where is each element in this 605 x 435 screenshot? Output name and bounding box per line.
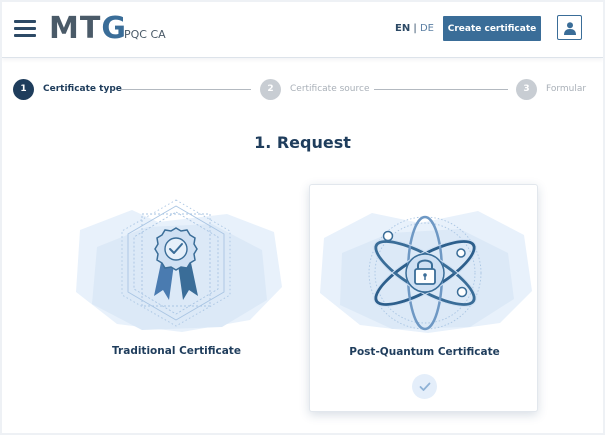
app-subtitle: PQC CA xyxy=(124,28,166,41)
lang-en-link[interactable]: EN xyxy=(395,23,410,34)
step-label: Certificate type xyxy=(43,84,122,94)
app-logo[interactable]: MTG xyxy=(49,11,127,47)
post-quantum-certificate-option[interactable]: Post-Quantum Certificate xyxy=(309,184,538,412)
step-number: 1 xyxy=(13,78,34,100)
step-number: 2 xyxy=(260,78,281,100)
option-label: Post-Quantum Certificate xyxy=(349,346,500,358)
selected-check-icon xyxy=(412,374,437,399)
hamburger-menu-icon[interactable] xyxy=(14,20,36,38)
lang-separator: | xyxy=(410,23,420,34)
top-header: MTG PQC CA EN | DE Create certificate xyxy=(2,2,603,58)
step-label: Formular xyxy=(546,84,587,94)
step-number: 3 xyxy=(516,78,537,100)
step-label: Certificate source xyxy=(290,84,370,94)
user-icon xyxy=(563,21,576,35)
step-certificate-type[interactable]: 1 Certificate type xyxy=(13,78,122,100)
atom-lock-icon xyxy=(320,211,532,333)
step-connector xyxy=(120,89,251,90)
create-certificate-button[interactable]: Create certificate xyxy=(443,16,541,41)
app-frame: MTG PQC CA EN | DE Create certificate 1 … xyxy=(2,2,603,433)
step-formular[interactable]: 3 Formular xyxy=(516,78,586,100)
traditional-certificate-option[interactable]: Traditional Certificate xyxy=(62,184,291,412)
user-account-button[interactable] xyxy=(557,15,582,40)
language-switcher: EN | DE xyxy=(395,23,434,35)
lang-de-link[interactable]: DE xyxy=(420,23,434,34)
step-connector xyxy=(374,89,508,90)
page-title: 1. Request xyxy=(254,133,351,152)
logo-text: MT xyxy=(49,11,102,46)
step-certificate-source[interactable]: 2 Certificate source xyxy=(260,78,370,100)
award-ribbon-icon xyxy=(76,199,282,332)
option-label: Traditional Certificate xyxy=(112,345,241,357)
